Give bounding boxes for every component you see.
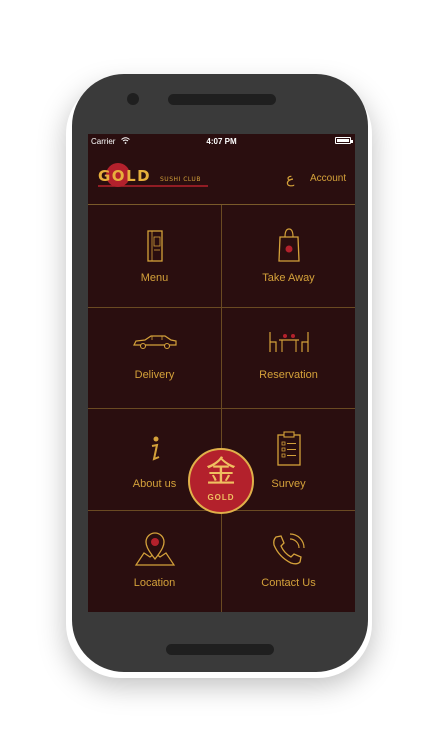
status-time: 4:07 PM xyxy=(206,137,237,146)
battery-icon xyxy=(335,137,353,144)
location-label: Location xyxy=(133,577,176,589)
menu-tile[interactable]: Menu xyxy=(88,205,221,306)
earpiece-speaker xyxy=(168,94,276,105)
emblem-character: 金 xyxy=(206,455,236,490)
logo-text: GOLD xyxy=(98,167,151,185)
gold-emblem-logo: 金 GOLD xyxy=(188,448,254,514)
status-bar: Carrier 4:07 PM xyxy=(88,134,355,150)
bottom-speaker xyxy=(166,644,274,655)
take-away-label: Take Away xyxy=(262,272,315,284)
car-icon xyxy=(132,335,177,350)
reservation-tile[interactable]: Reservation xyxy=(222,308,355,409)
map-pin-icon xyxy=(134,532,175,566)
emblem-text: GOLD xyxy=(207,493,235,502)
account-link[interactable]: Account xyxy=(310,173,346,184)
phone-icon xyxy=(272,533,305,565)
menu-grid: Menu Take Away Delivery Reservation Abou… xyxy=(88,205,355,612)
app-screen: Carrier 4:07 PM GOLD SUSHI CLUB ع Accoun… xyxy=(88,134,355,612)
dining-table-icon xyxy=(268,332,309,352)
language-toggle[interactable]: ع xyxy=(286,170,294,187)
menu-book-icon xyxy=(146,230,163,262)
gold-sushi-logo: GOLD SUSHI CLUB xyxy=(94,162,212,192)
delivery-tile[interactable]: Delivery xyxy=(88,308,221,409)
reservation-label: Reservation xyxy=(259,369,318,381)
app-header: GOLD SUSHI CLUB ع Account xyxy=(88,150,355,205)
logo-subtext: SUSHI CLUB xyxy=(160,176,201,183)
menu-tile-label: Menu xyxy=(140,272,169,284)
shopping-bag-icon xyxy=(277,228,300,262)
clipboard-icon xyxy=(276,431,301,466)
camera-icon xyxy=(127,93,139,105)
take-away-tile[interactable]: Take Away xyxy=(222,205,355,306)
contact-us-label: Contact Us xyxy=(261,577,316,589)
delivery-label: Delivery xyxy=(134,369,175,381)
location-tile[interactable]: Location xyxy=(88,511,221,612)
info-icon xyxy=(151,436,159,461)
contact-us-tile[interactable]: Contact Us xyxy=(222,511,355,612)
